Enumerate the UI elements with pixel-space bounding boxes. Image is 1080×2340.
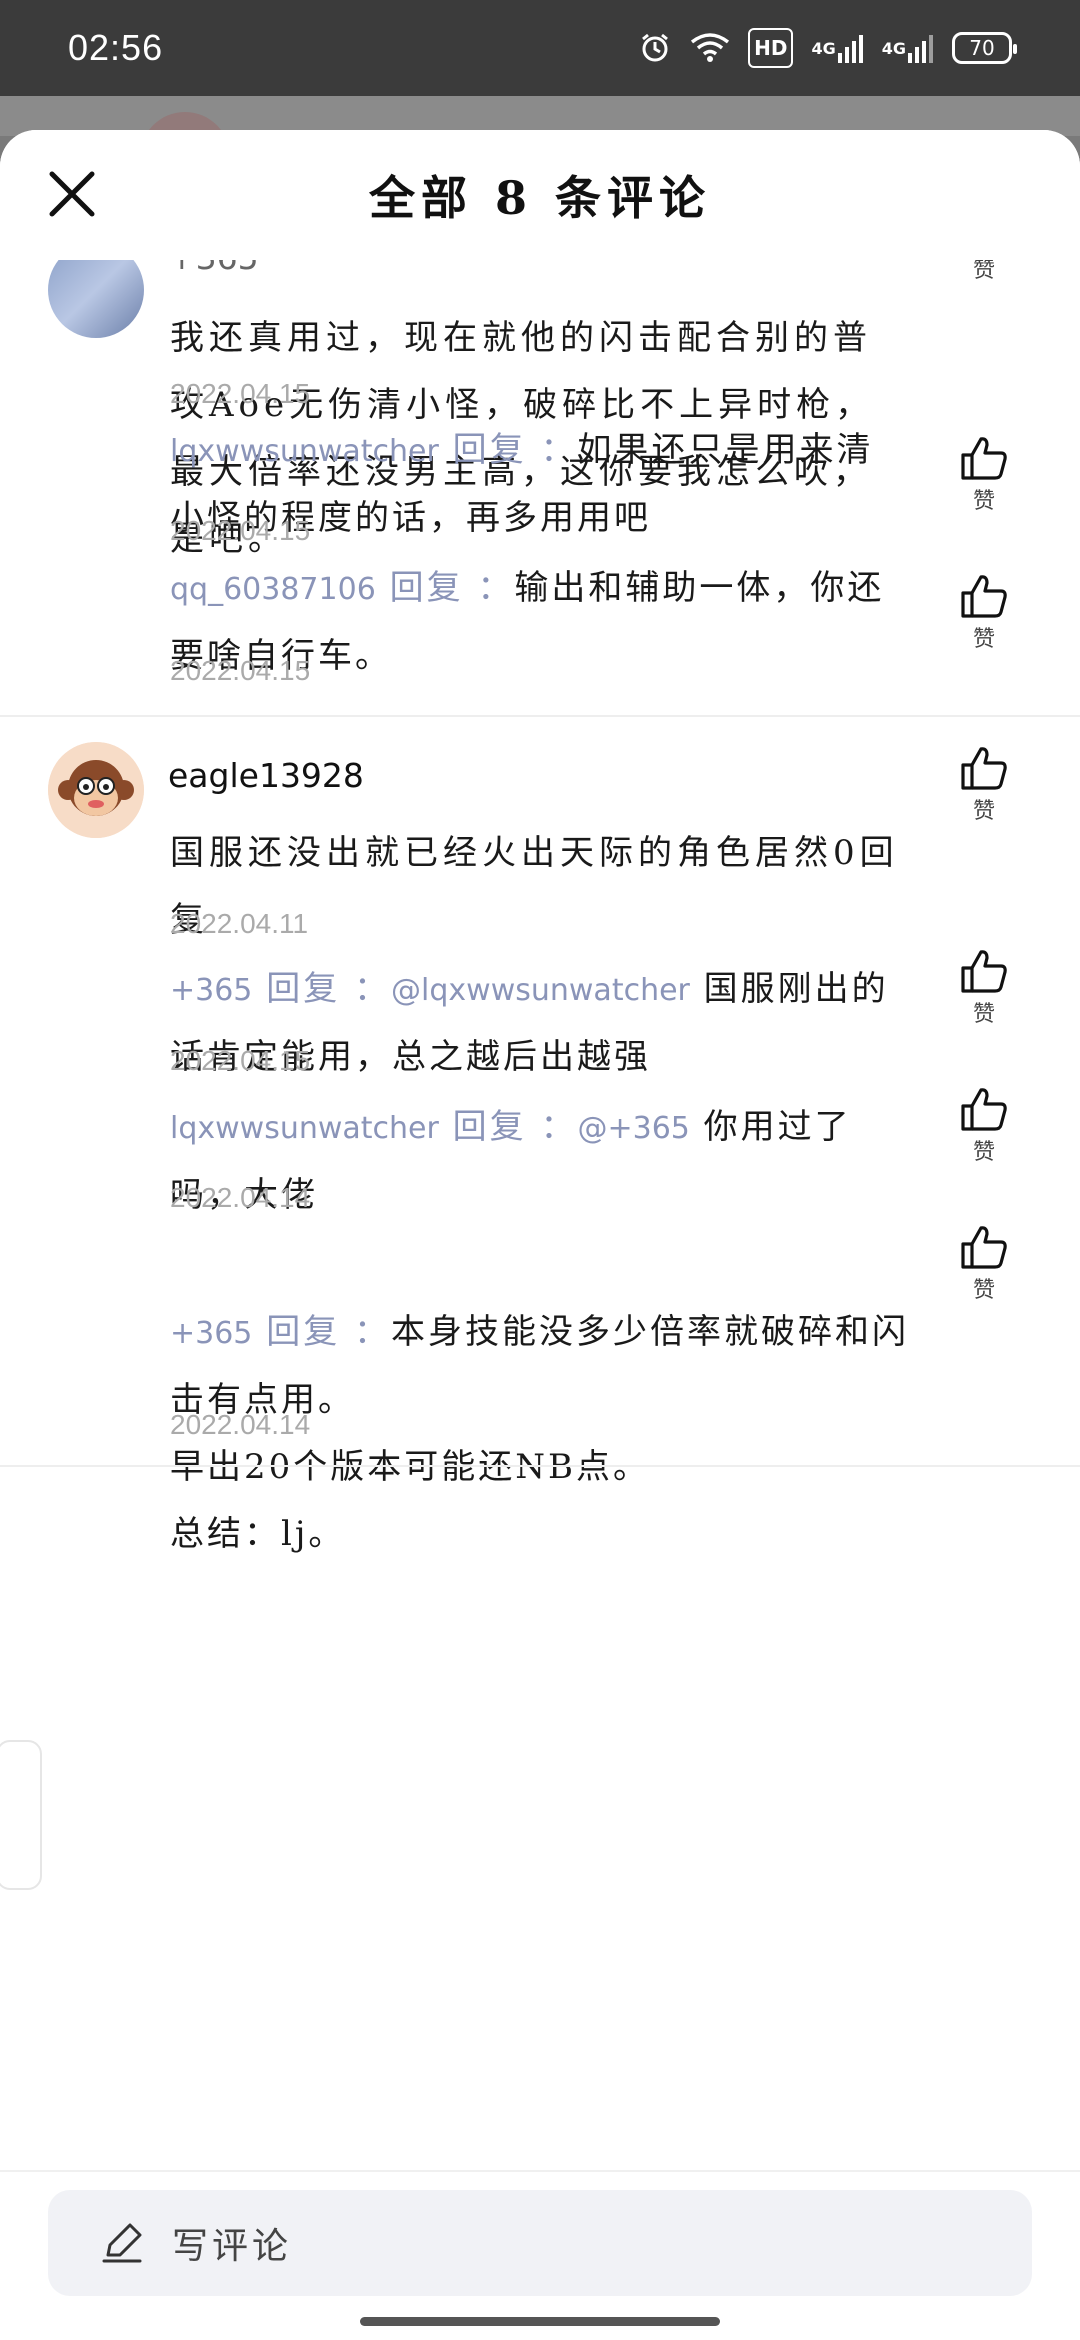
comments-sheet: 全部 8 条评论 +365 赞 我还真用过，现在就他的闪击配合别的普攻Aoe无伤… bbox=[0, 130, 1080, 2340]
like-button[interactable]: 赞 bbox=[956, 435, 1012, 515]
reply-date: 2022.04.15 bbox=[170, 1045, 311, 1076]
like-label: 赞 bbox=[972, 1002, 995, 1027]
comment-username[interactable]: eagle13928 bbox=[168, 756, 364, 795]
reply-verb: 回复 ： bbox=[438, 430, 578, 470]
thumbs-up-icon bbox=[961, 1088, 1007, 1131]
like-label: 赞 bbox=[972, 489, 995, 514]
like-label: 赞 bbox=[972, 627, 995, 652]
close-icon bbox=[49, 171, 95, 217]
signal-icon: 4G bbox=[811, 28, 863, 68]
home-indicator[interactable] bbox=[360, 2317, 720, 2326]
floating-side-handle[interactable] bbox=[0, 1740, 42, 1890]
battery-icon: 70 bbox=[952, 32, 1017, 64]
comment-date: 2022.04.11 bbox=[170, 908, 309, 939]
status-bar: 02:56 HD 4G 4G 70 bbox=[0, 0, 1080, 96]
reply-item: +365 回复 ：本身技能没多少倍率就破碎和闪击有点用。 早出20个版本可能还N… bbox=[170, 1232, 910, 1568]
hd-badge: HD bbox=[748, 28, 794, 68]
write-comment-input[interactable]: 写评论 bbox=[48, 2190, 1032, 2296]
thumbs-up-icon bbox=[961, 950, 1007, 993]
write-comment-placeholder: 写评论 bbox=[172, 2226, 293, 2267]
like-button[interactable]: 赞 bbox=[956, 1224, 1012, 1304]
monkey-avatar-icon bbox=[48, 742, 144, 838]
close-button[interactable] bbox=[40, 162, 104, 226]
comment-list[interactable]: +365 赞 我还真用过，现在就他的闪击配合别的普攻Aoe无伤清小怪，破碎比不上… bbox=[0, 130, 1080, 2170]
status-time: 02:56 bbox=[68, 27, 164, 68]
like-button[interactable]: 赞 bbox=[956, 948, 1012, 1028]
status-icons: HD 4G 4G 70 bbox=[638, 28, 1017, 68]
like-button[interactable]: 赞 bbox=[956, 745, 1012, 825]
alarm-icon bbox=[638, 28, 672, 68]
reply-date: 2022.04.15 bbox=[170, 515, 311, 546]
comment-footer: 写评论 bbox=[0, 2170, 1080, 2340]
reply-verb: 回复 ： bbox=[438, 1107, 578, 1147]
pencil-icon bbox=[102, 2223, 142, 2263]
reply-verb: 回复 ： bbox=[252, 969, 392, 1009]
reply-username[interactable]: lqxwwsunwatcher bbox=[170, 1111, 439, 1146]
like-label: 赞 bbox=[972, 799, 995, 824]
reply-verb: 回复 ： bbox=[375, 568, 515, 608]
comment-date: 2022.04.15 bbox=[170, 378, 311, 409]
avatar[interactable] bbox=[48, 742, 144, 838]
wifi-icon bbox=[690, 28, 730, 68]
comment-divider bbox=[0, 1465, 1080, 1467]
signal-icon-2: 4G bbox=[882, 28, 934, 68]
comment-divider bbox=[0, 715, 1080, 717]
reply-username[interactable]: +365 bbox=[170, 973, 252, 1008]
thumbs-up-icon bbox=[961, 747, 1007, 790]
reply-date: 2022.04.15 bbox=[170, 655, 311, 686]
like-label: 赞 bbox=[972, 1140, 995, 1165]
like-button[interactable]: 赞 bbox=[956, 573, 1012, 653]
reply-verb: 回复 ： bbox=[252, 1312, 392, 1352]
thumbs-up-icon bbox=[961, 437, 1007, 480]
like-button[interactable]: 赞 bbox=[956, 1086, 1012, 1166]
thumbs-up-icon bbox=[961, 575, 1007, 618]
reply-username[interactable]: qq_60387106 bbox=[170, 572, 376, 607]
like-label: 赞 bbox=[972, 1278, 995, 1303]
sheet-title: 全部 8 条评论 bbox=[368, 171, 712, 225]
reply-mention[interactable]: @+365 bbox=[577, 1111, 689, 1146]
reply-mention[interactable]: @lqxwwsunwatcher bbox=[391, 973, 690, 1008]
reply-username[interactable]: +365 bbox=[170, 1316, 252, 1351]
sheet-header: 全部 8 条评论 bbox=[0, 130, 1080, 260]
reply-username[interactable]: lqxwwsunwatcher bbox=[170, 434, 439, 469]
reply-date: 2022.04.14 bbox=[170, 1409, 311, 1440]
thumbs-up-icon bbox=[961, 1226, 1007, 1269]
reply-date: 2022.04.14 bbox=[170, 1182, 311, 1213]
